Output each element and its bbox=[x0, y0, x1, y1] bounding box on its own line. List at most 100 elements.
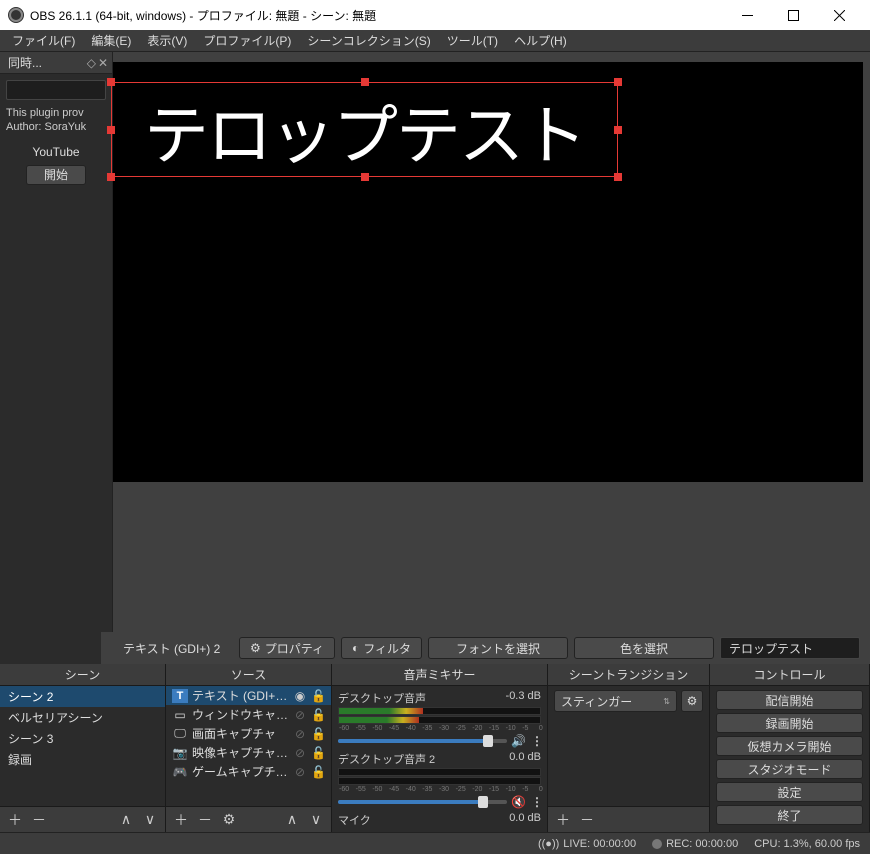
maximize-button[interactable] bbox=[770, 0, 816, 30]
filter-icon: ◐ bbox=[352, 641, 359, 655]
game-capture-icon: 🎮 bbox=[172, 765, 188, 779]
speaker-muted-icon[interactable]: 🔇 bbox=[511, 795, 527, 809]
app-icon bbox=[8, 7, 24, 23]
add-source-button[interactable]: ＋ bbox=[172, 811, 190, 829]
youtube-label: YouTube bbox=[0, 135, 112, 165]
scene-item[interactable]: 録画 bbox=[0, 749, 165, 770]
channel-name: デスクトップ音声 bbox=[338, 690, 426, 706]
menu-view[interactable]: 表示(V) bbox=[139, 29, 195, 52]
remove-scene-button[interactable]: － bbox=[30, 811, 48, 829]
sources-list[interactable]: T テキスト (GDI+) 2 ◉ 🔓 ▭ ウィンドウキャプチャ ⊘ 🔓 🖵 画… bbox=[166, 686, 331, 806]
scene-item[interactable]: ベルセリアシーン bbox=[0, 707, 165, 728]
source-up-button[interactable]: ∧ bbox=[283, 811, 301, 829]
video-capture-icon: 📷 bbox=[172, 746, 188, 760]
preview-canvas[interactable]: テロップテスト bbox=[113, 62, 863, 482]
statusbar: ((●)) LIVE: 00:00:00 REC: 00:00:00 CPU: … bbox=[0, 832, 870, 854]
source-item[interactable]: 🖵 画面キャプチャ ⊘ 🔓 bbox=[166, 724, 331, 743]
dock-tab-label: 同時... bbox=[8, 54, 87, 71]
transition-properties-button[interactable]: ⚙ bbox=[681, 690, 703, 712]
speaker-icon[interactable]: 🔊 bbox=[511, 734, 527, 748]
resize-handle-tr[interactable] bbox=[614, 78, 622, 86]
menu-tools[interactable]: ツール(T) bbox=[439, 29, 506, 52]
sources-tools: ＋ － ⚙ ∧ ∨ bbox=[166, 806, 331, 832]
resize-handle-ml[interactable] bbox=[107, 126, 115, 134]
remove-source-button[interactable]: － bbox=[196, 811, 214, 829]
source-toolbar: テキスト (GDI+) 2 ⚙ プロパティ ◐ フィルタ フォントを選択 色を選… bbox=[101, 632, 870, 664]
properties-button[interactable]: ⚙ プロパティ bbox=[239, 637, 335, 659]
source-item[interactable]: 🎮 ゲームキャプチャ 2 ⊘ 🔓 bbox=[166, 762, 331, 781]
lock-icon[interactable]: 🔓 bbox=[311, 765, 325, 779]
text-value-input[interactable]: テロップテスト bbox=[720, 637, 860, 659]
stream-key-input[interactable] bbox=[6, 80, 106, 100]
menu-file[interactable]: ファイル(F) bbox=[4, 29, 83, 52]
meter-ticks: -60-55-50-45-40-35-30-25-20-15-10-50 bbox=[338, 786, 541, 794]
start-button[interactable]: 開始 bbox=[26, 165, 86, 185]
studio-mode-button[interactable]: スタジオモード bbox=[716, 759, 863, 779]
menu-edit[interactable]: 編集(E) bbox=[83, 29, 139, 52]
text-source-icon: T bbox=[172, 689, 188, 703]
channel-options-icon[interactable]: ⋮ bbox=[531, 734, 541, 748]
scenes-panel: シーン シーン 2 ベルセリアシーン シーン 3 録画 ＋ － ∧ ∨ bbox=[0, 664, 166, 832]
visibility-icon[interactable]: ◉ bbox=[293, 689, 307, 703]
channel-name: デスクトップ音声 2 bbox=[338, 751, 435, 767]
lock-icon[interactable]: 🔓 bbox=[311, 727, 325, 741]
source-item[interactable]: T テキスト (GDI+) 2 ◉ 🔓 bbox=[166, 686, 331, 705]
start-streaming-button[interactable]: 配信開始 bbox=[716, 690, 863, 710]
volume-slider[interactable] bbox=[338, 739, 507, 743]
scene-item[interactable]: シーン 2 bbox=[0, 686, 165, 707]
mixer-panel: 音声ミキサー デスクトップ音声 -0.3 dB -60-55-50-45-40-… bbox=[332, 664, 548, 832]
lock-icon[interactable]: 🔓 bbox=[311, 708, 325, 722]
mixer-channel: マイク 0.0 dB bbox=[338, 812, 541, 828]
resize-handle-br[interactable] bbox=[614, 173, 622, 181]
resize-handle-tm[interactable] bbox=[361, 78, 369, 86]
preview-area[interactable]: テロップテスト テキスト (GDI+) 2 ⚙ プロパティ ◐ フィルタ フ bbox=[113, 52, 870, 664]
source-properties-button[interactable]: ⚙ bbox=[220, 811, 238, 829]
select-color-button[interactable]: 色を選択 bbox=[574, 637, 714, 659]
start-virtual-camera-button[interactable]: 仮想カメラ開始 bbox=[716, 736, 863, 756]
menu-scene-collection[interactable]: シーンコレクション(S) bbox=[299, 29, 438, 52]
lock-icon[interactable]: 🔓 bbox=[311, 746, 325, 760]
titlebar: OBS 26.1.1 (64-bit, windows) - プロファイル: 無… bbox=[0, 0, 870, 30]
filters-button[interactable]: ◐ フィルタ bbox=[341, 637, 422, 659]
display-capture-icon: 🖵 bbox=[172, 727, 188, 741]
scenes-list[interactable]: シーン 2 ベルセリアシーン シーン 3 録画 bbox=[0, 686, 165, 806]
scenes-tools: ＋ － ∧ ∨ bbox=[0, 806, 165, 832]
source-item[interactable]: 📷 映像キャプチャデバ ⊘ 🔓 bbox=[166, 743, 331, 762]
volume-slider[interactable] bbox=[338, 800, 507, 804]
scene-item[interactable]: シーン 3 bbox=[0, 728, 165, 749]
minimize-button[interactable] bbox=[724, 0, 770, 30]
close-button[interactable] bbox=[816, 0, 862, 30]
selected-source-box[interactable]: テロップテスト bbox=[111, 82, 618, 177]
resize-handle-mr[interactable] bbox=[614, 126, 622, 134]
scene-up-button[interactable]: ∧ bbox=[117, 811, 135, 829]
add-transition-button[interactable]: ＋ bbox=[554, 811, 572, 829]
source-down-button[interactable]: ∨ bbox=[307, 811, 325, 829]
mixer-channel: デスクトップ音声 2 0.0 dB -60-55-50-45-40-35-30-… bbox=[338, 751, 541, 810]
lock-icon[interactable]: 🔓 bbox=[311, 689, 325, 703]
menu-profile[interactable]: プロファイル(P) bbox=[195, 29, 299, 52]
resize-handle-tl[interactable] bbox=[107, 78, 115, 86]
resize-handle-bl[interactable] bbox=[107, 173, 115, 181]
visibility-icon[interactable]: ⊘ bbox=[293, 765, 307, 779]
settings-button[interactable]: 設定 bbox=[716, 782, 863, 802]
exit-button[interactable]: 終了 bbox=[716, 805, 863, 825]
visibility-icon[interactable]: ⊘ bbox=[293, 727, 307, 741]
select-font-button[interactable]: フォントを選択 bbox=[428, 637, 568, 659]
add-scene-button[interactable]: ＋ bbox=[6, 811, 24, 829]
chevron-updown-icon: ⇅ bbox=[663, 697, 670, 706]
remove-transition-button[interactable]: － bbox=[578, 811, 596, 829]
record-dot-icon bbox=[652, 839, 662, 849]
transition-select[interactable]: スティンガー ⇅ bbox=[554, 690, 677, 712]
menu-help[interactable]: ヘルプ(H) bbox=[506, 29, 575, 52]
resize-handle-bm[interactable] bbox=[361, 173, 369, 181]
source-item[interactable]: ▭ ウィンドウキャプチャ ⊘ 🔓 bbox=[166, 705, 331, 724]
dock-popout-icon[interactable]: ◇ bbox=[87, 56, 96, 70]
dock-close-icon[interactable]: ✕ bbox=[98, 56, 108, 70]
channel-options-icon[interactable]: ⋮ bbox=[531, 795, 541, 809]
visibility-icon[interactable]: ⊘ bbox=[293, 746, 307, 760]
visibility-icon[interactable]: ⊘ bbox=[293, 708, 307, 722]
start-recording-button[interactable]: 録画開始 bbox=[716, 713, 863, 733]
transitions-header: シーントランジション bbox=[548, 664, 709, 686]
sources-header: ソース bbox=[166, 664, 331, 686]
scene-down-button[interactable]: ∨ bbox=[141, 811, 159, 829]
